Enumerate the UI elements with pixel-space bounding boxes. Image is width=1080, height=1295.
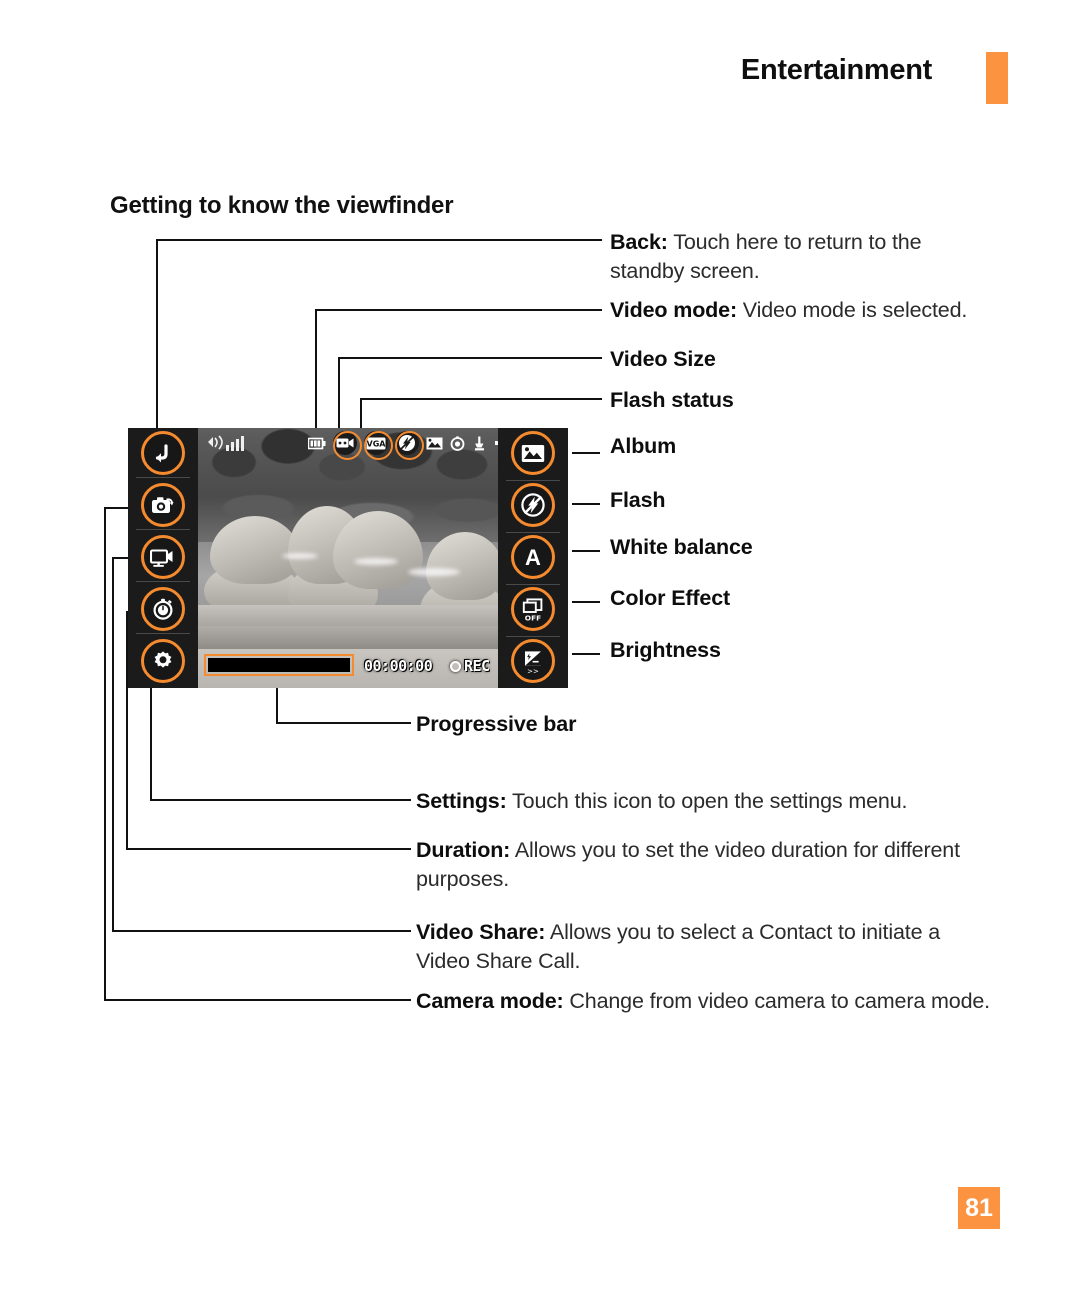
callout-back: Back: Touch here to return to the standb… xyxy=(610,228,1000,286)
callout-video-share-label: Video Share: xyxy=(416,920,546,944)
progressive-bar[interactable] xyxy=(204,654,354,676)
progressive-bar-fill xyxy=(208,658,350,672)
callout-album: Album xyxy=(610,434,677,458)
recording-timer: 00:00:00 xyxy=(364,657,433,675)
callout-video-mode-label: Video mode: xyxy=(610,298,737,322)
white-balance-button[interactable]: A xyxy=(511,535,555,579)
scene-mode-icon xyxy=(426,437,443,450)
viewfinder-status-bar: VGA xyxy=(198,430,529,460)
video-share-button[interactable] xyxy=(141,535,185,579)
leader-line-album xyxy=(572,452,600,454)
color-effect-button[interactable]: OFF xyxy=(511,587,555,631)
leader-line-video-mode-v xyxy=(315,309,317,437)
callout-video-mode: Video mode: Video mode is selected. xyxy=(610,296,1010,325)
callout-color-effect: Color Effect xyxy=(610,586,731,610)
brightness-button[interactable]: >> xyxy=(511,639,555,683)
duration-button[interactable] xyxy=(141,587,185,631)
leader-line-white-balance xyxy=(572,550,600,552)
section-heading: Getting to know the viewfinder xyxy=(110,192,454,219)
viewfinder-right-toolbar: A OFF >> xyxy=(498,428,568,688)
back-button[interactable] xyxy=(141,431,185,475)
signal-strength-icon xyxy=(206,433,254,453)
callout-progressive-bar: Progressive bar xyxy=(416,712,577,736)
svg-text:>>: >> xyxy=(527,668,539,674)
callout-settings: Settings: Touch this icon to open the se… xyxy=(416,787,996,816)
leader-line-back-h xyxy=(156,239,602,241)
callout-flash: Flash xyxy=(610,488,666,512)
leader-line-flash xyxy=(572,503,600,505)
status-icon-row: VGA xyxy=(308,430,529,460)
viewfinder-left-toolbar xyxy=(128,428,198,688)
callout-white-balance: White balance xyxy=(610,535,753,559)
svg-text:VGA: VGA xyxy=(367,439,386,448)
video-mode-icon xyxy=(332,430,362,460)
leader-line-video-share-h xyxy=(112,930,411,932)
scene-step xyxy=(198,625,498,649)
rec-indicator: REC xyxy=(450,657,490,675)
header-accent-tab xyxy=(986,52,1008,104)
leader-line-settings-v xyxy=(150,688,152,801)
manual-page: Entertainment Getting to know the viewfi… xyxy=(0,0,1080,1295)
page-title: Entertainment xyxy=(740,54,932,86)
callout-duration: Duration: Allows you to set the video du… xyxy=(416,836,976,894)
leader-line-duration-h xyxy=(126,848,411,850)
callout-flash-status: Flash status xyxy=(610,388,734,412)
album-button[interactable] xyxy=(511,431,555,475)
leader-line-camera-mode-h xyxy=(104,999,411,1001)
callout-camera-mode-label: Camera mode: xyxy=(416,989,564,1013)
camera-mode-button[interactable] xyxy=(141,483,185,527)
phone-viewfinder: VGA A OFF >> 00:00:00 REC xyxy=(128,428,568,688)
page-header: Entertainment xyxy=(0,52,1040,106)
leader-line-flash-status-h xyxy=(360,398,602,400)
svg-text:A: A xyxy=(525,545,541,570)
leader-line-settings-h xyxy=(150,799,411,801)
macro-icon xyxy=(472,436,487,451)
callout-brightness: Brightness xyxy=(610,638,721,662)
battery-icon xyxy=(308,437,326,450)
scene-water-spray xyxy=(282,552,318,559)
scene-step xyxy=(198,604,498,626)
callout-video-share: Video Share: Allows you to select a Cont… xyxy=(416,918,991,976)
timer-icon xyxy=(450,435,465,451)
page-number: 81 xyxy=(958,1187,1000,1229)
leader-line-brightness xyxy=(572,653,600,655)
leader-line-video-share-v xyxy=(112,557,114,932)
rec-dot-icon xyxy=(450,660,461,672)
leader-line-video-size-h xyxy=(338,357,602,359)
leader-line-progressive-h xyxy=(276,722,411,724)
callout-duration-label: Duration: xyxy=(416,838,511,862)
viewfinder-preview-image xyxy=(198,428,498,688)
callout-settings-text: Touch this icon to open the settings men… xyxy=(506,789,908,813)
callout-back-label: Back: xyxy=(610,230,668,254)
leader-line-color-effect xyxy=(572,601,600,603)
callout-video-mode-text: Video mode is selected. xyxy=(736,298,968,322)
leader-line-video-mode-h xyxy=(315,309,602,311)
callout-camera-mode: Camera mode: Change from video camera to… xyxy=(416,987,996,1016)
callout-camera-mode-text: Change from video camera to camera mode. xyxy=(563,989,991,1013)
leader-line-back-v xyxy=(156,239,158,453)
leader-line-video-size-v xyxy=(338,357,340,437)
settings-button[interactable] xyxy=(141,639,185,683)
callout-video-size: Video Size xyxy=(610,347,716,371)
rec-label: REC xyxy=(464,657,490,675)
flash-status-icon xyxy=(394,430,424,460)
svg-text:OFF: OFF xyxy=(525,613,541,622)
video-size-vga-icon: VGA xyxy=(363,430,393,460)
callout-settings-label: Settings: xyxy=(416,789,507,813)
leader-line-camera-mode-v xyxy=(104,507,106,1001)
flash-button[interactable] xyxy=(511,483,555,527)
scene-water-spray xyxy=(354,558,398,565)
